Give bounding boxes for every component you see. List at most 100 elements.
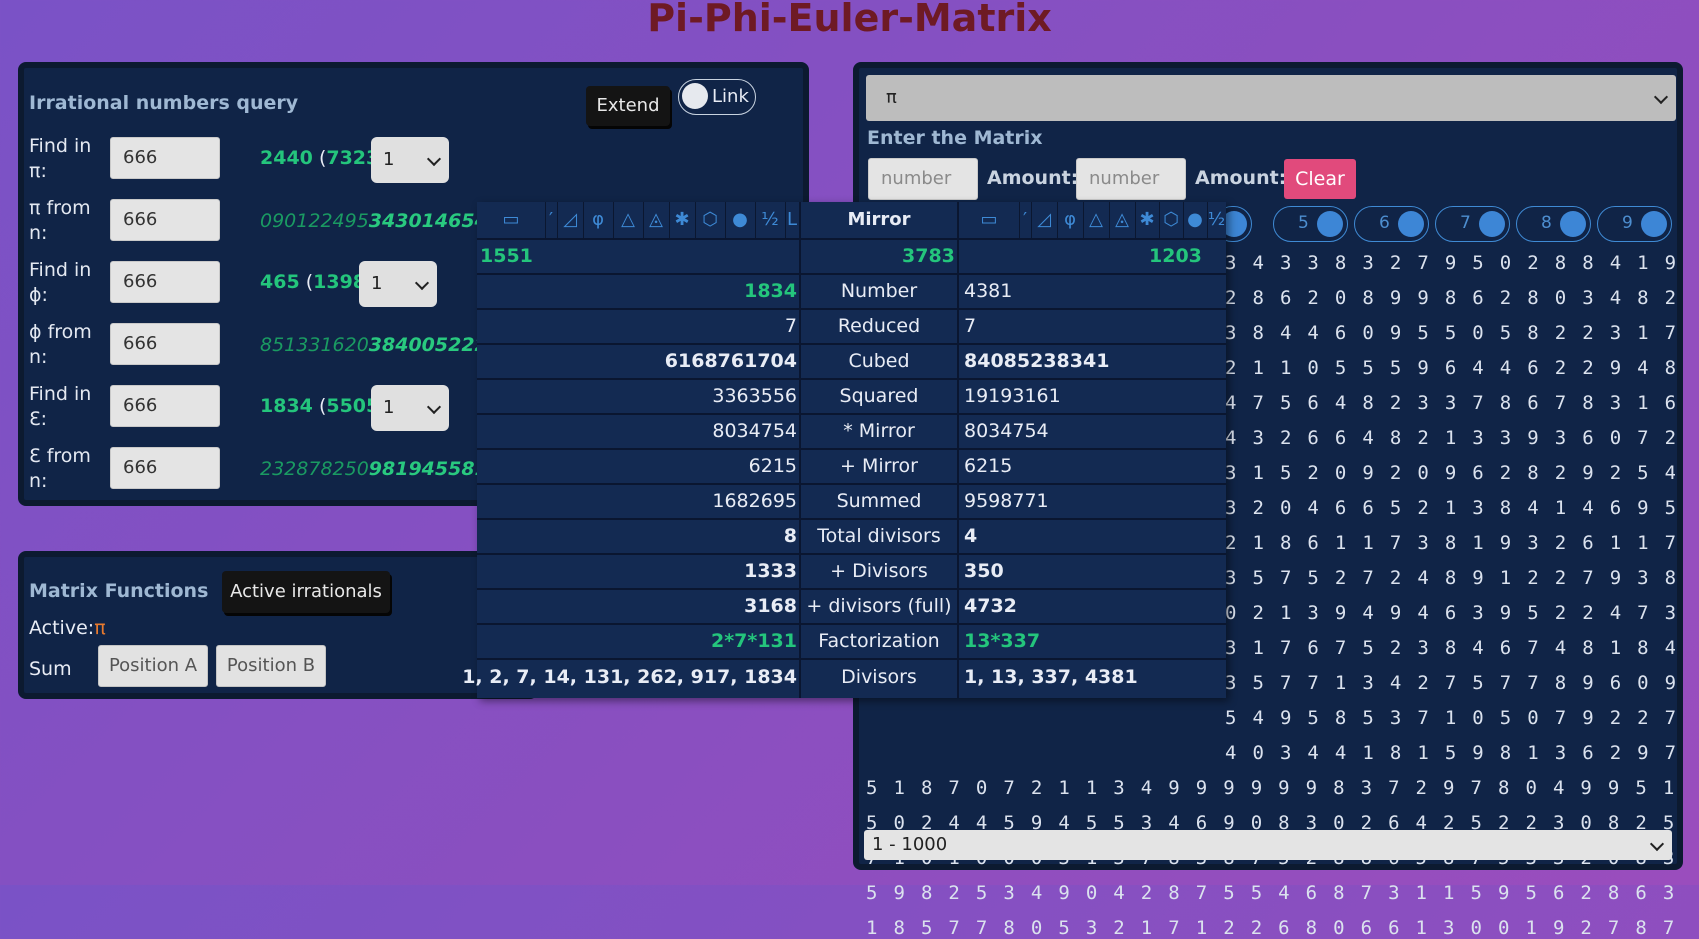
position-a-button[interactable]: Position A <box>98 645 208 687</box>
placeholder-text: number <box>881 168 952 189</box>
chevron-down-icon <box>414 275 430 291</box>
plus-divisors-full-left: 3168 <box>744 595 797 617</box>
pi-position-result: 2440 (7323) <box>260 147 387 169</box>
circle-icon[interactable]: ● <box>1183 202 1208 238</box>
pill-dot-icon <box>1398 211 1424 237</box>
plus-mirror-label: + Mirror <box>840 455 918 477</box>
pill-5[interactable]: 5 <box>1273 206 1348 242</box>
digit-row: 4 7 5 6 4 8 2 3 3 7 8 6 7 8 3 1 6 5 2 7 … <box>1225 392 1675 414</box>
digit-row: 4 3 2 6 6 4 8 2 1 3 3 9 3 6 0 7 2 6 0 2 … <box>1225 427 1675 449</box>
query-panel-title: Irrational numbers query <box>29 92 299 114</box>
right-triangle-icon[interactable]: ◿ <box>557 202 584 238</box>
phi-position: 465 <box>260 271 300 293</box>
squared-label: Squared <box>839 385 919 407</box>
tetrahedron-icon[interactable]: ◬ <box>643 202 670 238</box>
half-icon[interactable]: ½ <box>755 202 786 238</box>
plus-divisors-left: 1333 <box>744 560 797 582</box>
right-value: 1203 <box>1149 245 1202 267</box>
triangle-icon[interactable]: △ <box>1083 202 1110 238</box>
pi-from-n-input[interactable]: 666 <box>110 199 220 241</box>
find-in-pi-label: Find in π: <box>29 134 91 184</box>
label-line1: π from <box>29 197 91 219</box>
rectangle-icon[interactable]: ▭ <box>477 202 546 238</box>
divisors-left: 1, 2, 7, 14, 131, 262, 917, 1834 <box>462 666 797 688</box>
pill-9[interactable]: 9 <box>1597 206 1672 242</box>
chevron-down-icon <box>426 151 442 167</box>
page-title: Pi-Phi-Euler-Matrix <box>647 0 1052 40</box>
reduced-left: 7 <box>784 315 797 337</box>
plus-divisors-label: + Divisors <box>830 560 928 582</box>
label-line1: ϕ from <box>29 321 92 343</box>
pill-7[interactable]: 7 <box>1435 206 1510 242</box>
pill-8[interactable]: 8 <box>1516 206 1591 242</box>
active-indicator: Active:π <box>29 617 106 639</box>
irrational-select-value: π <box>886 87 897 108</box>
plus-divisors-full-right: 4732 <box>964 595 1017 617</box>
active-irrationals-button[interactable]: Active irrationals <box>222 571 390 613</box>
times-mirror-left: 8034754 <box>712 420 797 442</box>
clear-button[interactable]: Clear <box>1284 159 1356 199</box>
mirror-header: Mirror <box>801 202 958 238</box>
pill-dot-icon <box>1560 211 1586 237</box>
divider <box>477 658 1226 660</box>
middle-value: 3783 <box>902 245 955 267</box>
divider <box>477 238 1226 240</box>
chevron-down-icon <box>426 399 442 415</box>
tetrahedron-icon[interactable]: ◬ <box>1109 202 1136 238</box>
pill-label: 8 <box>1541 213 1552 233</box>
plus-mirror-right: 6215 <box>964 455 1013 477</box>
find-in-pi-input[interactable]: 666 <box>110 137 220 179</box>
hexagon-icon[interactable]: ⬡ <box>695 202 726 238</box>
total-divisors-left: 8 <box>783 525 797 547</box>
sum-label: Sum <box>29 658 72 680</box>
phi-from-n-input[interactable]: 666 <box>110 323 220 365</box>
e-position-result: 1834 (5505) <box>260 395 387 417</box>
label-line2: n: <box>29 222 48 244</box>
label-line2: ϕ: <box>29 284 48 306</box>
link-toggle-label: Link <box>712 86 749 107</box>
digit-row: 4 0 3 4 4 1 8 1 5 9 8 1 3 6 2 9 7 7 4 7 … <box>1225 742 1675 764</box>
right-triangle-icon[interactable]: ◿ <box>1031 202 1058 238</box>
irrational-select[interactable]: π <box>866 75 1676 121</box>
pill-dot-icon <box>1479 211 1505 237</box>
half-icon[interactable]: ½ <box>1207 202 1226 238</box>
star-icon[interactable]: ✱ <box>1135 202 1160 238</box>
times-mirror-right: 8034754 <box>964 420 1049 442</box>
matrix-functions-title: Matrix Functions <box>29 580 209 602</box>
e-occurrence-select[interactable]: 1 <box>371 385 449 431</box>
e-sequence-match: 98194558153 <box>368 458 480 480</box>
star-icon[interactable]: ✱ <box>669 202 696 238</box>
factorization-label: Factorization <box>818 630 940 652</box>
e-from-n-input[interactable]: 666 <box>110 447 220 489</box>
phi-icon[interactable]: φ <box>1057 202 1084 238</box>
extend-button[interactable]: Extend <box>586 86 670 126</box>
divisors-label: Divisors <box>841 666 917 688</box>
link-toggle[interactable]: Link <box>678 79 756 115</box>
chevron-down-icon <box>1653 89 1669 105</box>
triangle-icon[interactable]: △ <box>613 202 644 238</box>
factorization-left: 2*7*131 <box>711 630 797 652</box>
range-select[interactable]: 1 - 1000 <box>864 830 1672 860</box>
phi-sequence-match: 38400522216 <box>368 334 480 356</box>
label-line1: Ɛ from <box>29 445 91 467</box>
rectangle-icon[interactable]: ▭ <box>959 202 1020 238</box>
find-in-e-input[interactable]: 666 <box>110 385 220 427</box>
toggle-knob <box>682 83 708 109</box>
active-value: π <box>94 617 106 639</box>
circle-icon[interactable]: ● <box>725 202 756 238</box>
matrix-number-input-2[interactable]: number <box>1076 158 1186 200</box>
number-right: 4381 <box>964 280 1013 302</box>
l-icon[interactable]: L <box>785 202 800 238</box>
total-divisors-right: 4 <box>964 525 978 547</box>
chevron-down-icon <box>1649 836 1665 852</box>
find-in-phi-input[interactable]: 666 <box>110 261 220 303</box>
matrix-number-input-1[interactable]: number <box>868 158 978 200</box>
phi-icon[interactable]: φ <box>583 202 614 238</box>
pi-occurrence-select[interactable]: 1 <box>371 137 449 183</box>
pill-6[interactable]: 6 <box>1354 206 1429 242</box>
position-b-button[interactable]: Position B <box>216 645 326 687</box>
phi-occurrence-select[interactable]: 1 <box>359 261 437 307</box>
left-value: 1551 <box>480 245 533 267</box>
digit-row: 3 1 7 6 7 5 2 3 8 4 6 7 4 8 1 8 4 6 7 6 … <box>1225 637 1675 659</box>
hexagon-icon[interactable]: ⬡ <box>1159 202 1184 238</box>
